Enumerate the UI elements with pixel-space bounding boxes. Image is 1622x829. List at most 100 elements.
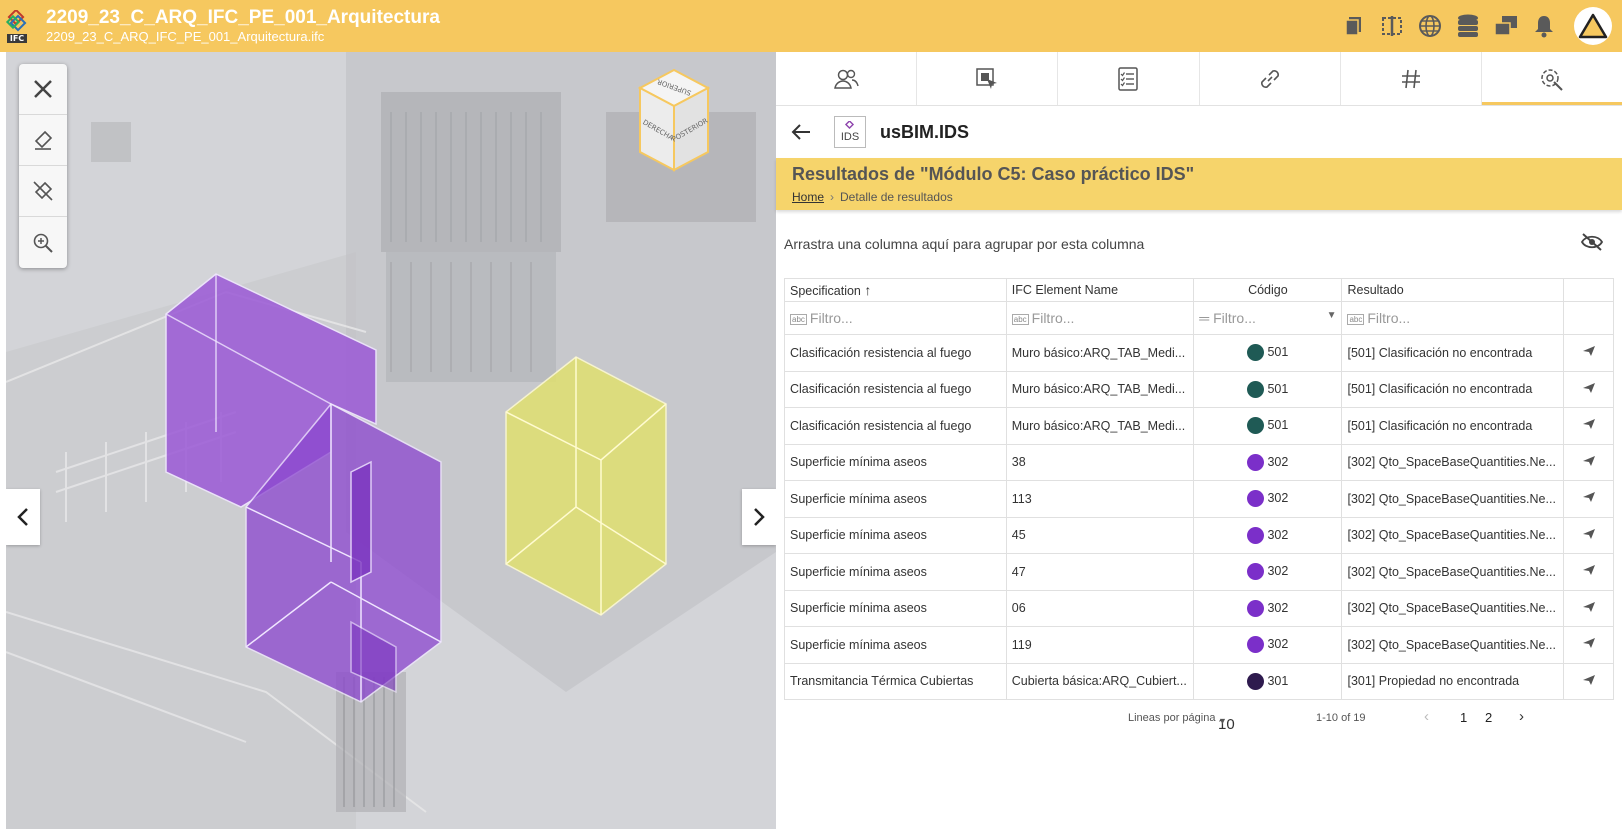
table-row[interactable]: Transmitancia Térmica Cubiertas Cubierta … [784,662,1614,700]
highlighter-icon[interactable] [19,115,67,166]
table-row[interactable]: Clasificación resistencia al fuego Muro b… [784,370,1614,408]
send-icon[interactable] [1563,480,1614,518]
bell-icon[interactable] [1530,6,1558,46]
chevron-left-icon [17,508,28,526]
send-icon[interactable] [1563,370,1614,408]
cell-element: 38 [1005,443,1195,481]
breadcrumb-home[interactable]: Home [792,190,824,204]
windows-icon[interactable] [1492,6,1520,46]
tab-hash[interactable] [1341,52,1482,105]
database-icon[interactable] [1454,6,1482,46]
cell-code: 301 [1193,662,1343,700]
status-dot [1247,380,1265,398]
text-filter-icon: abc [790,313,807,325]
table-row[interactable]: Superficie mínima aseos 47 302 [302] Qto_Sp… [784,553,1614,591]
model-viewer[interactable]: SUPERIOR DERECHA POSTERIOR [6,52,776,829]
app-name: usBIM.IDS [880,121,970,142]
tab-checklist[interactable] [1058,52,1200,105]
filter-specification[interactable]: abc Filtro... [784,301,1007,335]
cell-result: [302] Qto_SpaceBaseQuantities.Ne... [1341,553,1565,591]
cell-code: 302 [1193,626,1343,664]
checklist-icon [1118,66,1139,91]
nav-cube[interactable]: SUPERIOR DERECHA POSTERIOR [637,66,711,176]
status-dot [1247,672,1265,690]
filter-code[interactable]: ═ Filtro... ▼ [1193,301,1343,335]
group-hint: Arrastra una columna aquí para agrupar p… [784,236,1145,252]
status-dot [1247,526,1265,544]
zoom-in-icon[interactable] [19,217,67,268]
table-row[interactable]: Clasificación resistencia al fuego Muro b… [784,407,1614,445]
cell-code: 302 [1193,589,1343,627]
close-icon[interactable] [19,64,67,115]
highlighter-off-icon[interactable] [19,166,67,217]
app-header: IFC 2209_23_C_ARQ_IFC_PE_001_Arquitectur… [0,0,1622,52]
tab-link[interactable] [1200,52,1341,105]
column-header-element[interactable]: IFC Element Name [1005,278,1195,302]
send-icon[interactable] [1563,626,1614,664]
column-header-specification[interactable]: Specification ↑ [784,278,1007,302]
send-icon[interactable] [1563,662,1614,700]
next-page-icon[interactable]: › [1519,708,1524,725]
tab-settings[interactable] [1481,52,1622,105]
table-row[interactable]: Superficie mínima aseos 38 302 [302] Qto_Sp… [784,443,1614,481]
prev-button[interactable] [6,489,40,545]
cell-element: 119 [1005,626,1195,664]
cell-specification: Clasificación resistencia al fuego [784,334,1007,372]
cell-specification: Superficie mínima aseos [784,516,1007,554]
page-2[interactable]: 2 [1485,710,1492,725]
column-header-code[interactable]: Código [1193,278,1343,302]
back-arrow-icon[interactable] [790,123,812,141]
tab-users[interactable] [776,52,918,105]
cell-result: [302] Qto_SpaceBaseQuantities.Ne... [1341,480,1565,518]
cell-code: 501 [1193,407,1343,445]
dropdown-arrow-icon: ▼ [1218,716,1227,726]
cell-result: [302] Qto_SpaceBaseQuantities.Ne... [1341,589,1565,627]
prev-page-icon[interactable]: ‹ [1424,708,1429,725]
table-row[interactable]: Superficie mínima aseos 45 302 [302] Qto_Sp… [784,516,1614,554]
ifc-tag: IFC [6,33,28,43]
sort-up-icon[interactable]: ↑ [864,282,871,298]
equals-filter-icon: ═ [1199,310,1210,326]
dropdown-arrow-icon: ▼ [1326,310,1337,321]
table-row[interactable]: Clasificación resistencia al fuego Muro b… [784,334,1614,372]
filter-actions [1563,301,1614,335]
page-1[interactable]: 1 [1460,710,1467,725]
pagination: Lineas por página 10 ▼ 1-10 of 19 ‹ 1 2 … [1128,708,1524,733]
send-icon[interactable] [1563,516,1614,554]
compare-icon[interactable] [1378,6,1406,46]
eye-off-icon[interactable] [1580,232,1604,257]
cell-result: [301] Propiedad no encontrada [1341,662,1565,700]
file-title: 2209_23_C_ARQ_IFC_PE_001_Arquitectura [46,7,440,28]
send-icon[interactable] [1563,589,1614,627]
next-button[interactable] [742,489,776,545]
side-panel: IDS usBIM.IDS Resultados de "Módulo C5: … [776,52,1622,829]
panel-tabs [776,52,1622,106]
send-icon[interactable] [1563,443,1614,481]
cell-code: 501 [1193,334,1343,372]
results-title: Resultados de "Módulo C5: Caso práctico … [792,164,1195,184]
filter-result[interactable]: abc Filtro... [1341,301,1565,335]
filter-element[interactable]: abc Filtro... [1005,301,1195,335]
cell-element: 47 [1005,553,1195,591]
cell-result: [302] Qto_SpaceBaseQuantities.Ne... [1341,626,1565,664]
globe-icon[interactable] [1416,6,1444,46]
results-table: Specification ↑ IFC Element Name Código … [784,278,1614,700]
ids-logo-label: IDS [840,131,860,143]
column-header-result[interactable]: Resultado [1341,278,1565,302]
table-row[interactable]: Superficie mínima aseos 06 302 [302] Qto_Sp… [784,589,1614,627]
cell-code: 302 [1193,480,1343,518]
select-icon [976,67,998,89]
cell-element: Muro básico:ARQ_TAB_Medi... [1005,370,1195,408]
text-filter-icon: abc [1011,313,1029,325]
warning-avatar-icon[interactable] [1574,7,1612,45]
table-row[interactable]: Superficie mínima aseos 113 302 [302] Qto_S… [784,480,1614,518]
tab-select[interactable] [917,52,1059,105]
table-row[interactable]: Superficie mínima aseos 119 302 [302] Qto_S… [784,626,1614,664]
send-icon[interactable] [1563,407,1614,445]
cell-element: 45 [1005,516,1195,554]
send-icon[interactable] [1563,553,1614,591]
send-icon[interactable] [1563,334,1614,372]
cell-specification: Transmitancia Térmica Cubiertas [784,662,1007,700]
files-icon[interactable] [1340,6,1368,46]
ids-logo-icon [844,121,855,130]
